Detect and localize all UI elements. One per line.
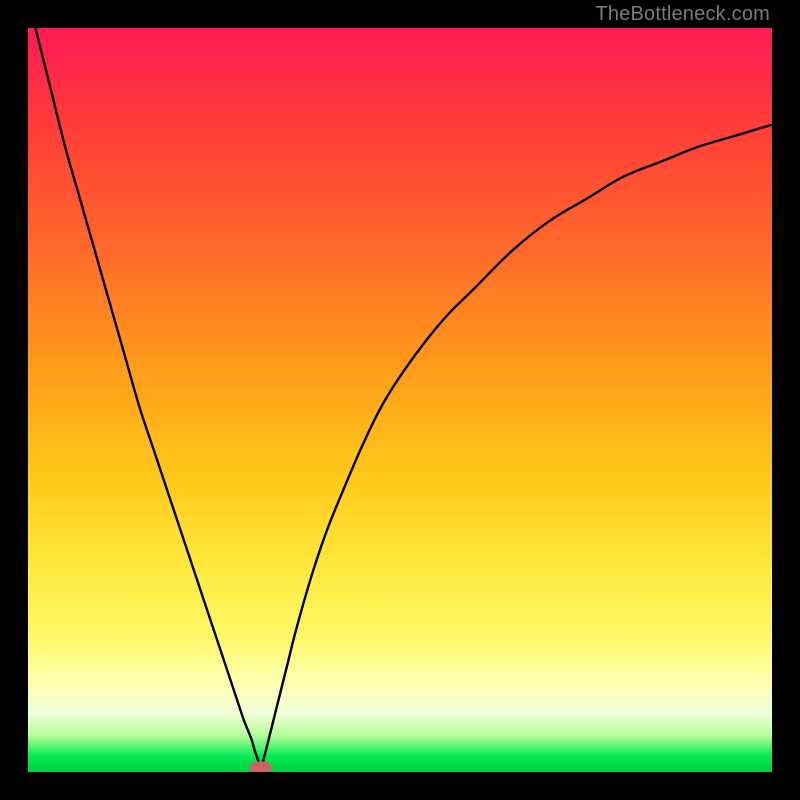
watermark-text: TheBottleneck.com [595, 3, 770, 26]
chart-frame: TheBottleneck.com [0, 0, 800, 800]
bottleneck-curve [28, 28, 772, 772]
plot-area [28, 28, 772, 772]
optimum-marker [250, 762, 272, 772]
